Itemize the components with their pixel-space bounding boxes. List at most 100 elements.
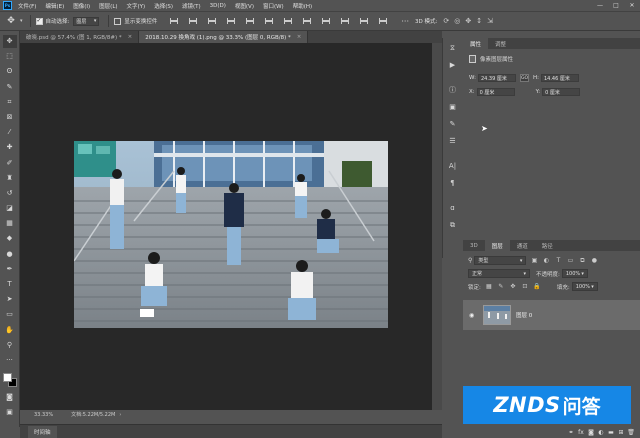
paragraph-icon[interactable]: ¶ xyxy=(447,177,459,189)
adjustment-layer-icon[interactable]: ◐ xyxy=(596,429,606,436)
healing-brush-tool[interactable]: ✚ xyxy=(3,141,17,154)
lock-position-icon[interactable]: ✥ xyxy=(509,283,517,291)
distribute-vcenter-icon[interactable] xyxy=(300,15,314,27)
eye-icon[interactable]: ◉ xyxy=(469,312,477,319)
align-right-icon[interactable] xyxy=(262,15,276,27)
lock-artboard-icon[interactable]: ⊡ xyxy=(521,283,529,291)
menu-view[interactable]: 视图(V) xyxy=(235,2,254,10)
lock-pixels-icon[interactable]: ✎ xyxy=(497,283,505,291)
3d-rotate-icon[interactable]: ⟳ xyxy=(443,17,449,25)
quick-select-tool[interactable]: ✎ xyxy=(3,81,17,94)
minimize-button[interactable]: — xyxy=(592,0,608,11)
photoshop-logo-icon[interactable]: Ps xyxy=(3,1,12,10)
layer-name[interactable]: 图层 0 xyxy=(516,311,532,319)
history-brush-tool[interactable]: ↺ xyxy=(3,187,17,200)
menu-layer[interactable]: 图层(L) xyxy=(99,2,117,10)
fill-field[interactable]: 100% ▾ xyxy=(571,282,598,291)
type-tool[interactable]: T xyxy=(3,278,17,291)
more-tools[interactable]: ··· xyxy=(3,354,17,367)
shapes-icon[interactable]: ⧉ xyxy=(447,219,459,231)
auto-select-dropdown[interactable]: 图层 ▾ xyxy=(73,16,100,26)
move-tool[interactable]: ✥ xyxy=(2,35,17,48)
dodge-tool[interactable]: ● xyxy=(3,248,17,261)
distribute-left-icon[interactable] xyxy=(338,15,352,27)
width-field[interactable]: 24.39 厘米 xyxy=(477,74,516,82)
filter-toggle-icon[interactable]: ● xyxy=(590,257,598,265)
distribute-bottom-icon[interactable] xyxy=(319,15,333,27)
clone-stamp-tool[interactable]: ♜ xyxy=(3,172,17,185)
height-field[interactable]: 14.46 厘米 xyxy=(540,74,579,82)
play-icon[interactable]: ▶ xyxy=(447,59,459,71)
close-button[interactable]: ✕ xyxy=(624,0,640,11)
eyedropper-tool[interactable]: ⁄ xyxy=(3,126,17,139)
info-icon[interactable]: ⓘ xyxy=(447,84,459,96)
3d-roll-icon[interactable]: ◎ xyxy=(454,17,460,25)
doc-tab-2[interactable]: 2018.10.29 換角戏 (1).png @ 33.3% (图层 0, RG… xyxy=(139,31,309,43)
align-top-icon[interactable] xyxy=(167,15,181,27)
more-options-icon[interactable]: ··· xyxy=(401,17,409,26)
close-icon[interactable]: × xyxy=(297,34,302,40)
align-left-icon[interactable] xyxy=(224,15,238,27)
tab-paths[interactable]: 路径 xyxy=(535,240,560,251)
tab-channels[interactable]: 通道 xyxy=(510,240,535,251)
group-icon[interactable]: ▬ xyxy=(606,429,616,436)
menu-type[interactable]: 文字(Y) xyxy=(127,2,146,10)
menu-select[interactable]: 选择(S) xyxy=(154,2,173,10)
zoom-readout[interactable]: 33.33% xyxy=(34,412,53,418)
brush-tool[interactable]: ✐ xyxy=(3,157,17,170)
x-field[interactable]: 0 厘米 xyxy=(476,88,515,96)
menu-edit[interactable]: 编辑(E) xyxy=(45,2,64,10)
distribute-right-icon[interactable] xyxy=(376,15,390,27)
filter-shape-icon[interactable]: ▭ xyxy=(566,257,574,265)
pen-tool[interactable]: ✒ xyxy=(3,263,17,276)
mask-icon[interactable]: ◙ xyxy=(586,429,596,436)
filter-smart-icon[interactable]: ⧉ xyxy=(578,257,586,265)
menu-filter[interactable]: 滤镜(T) xyxy=(182,2,201,10)
y-field[interactable]: 0 厘米 xyxy=(542,88,581,96)
filter-type-icon[interactable]: T xyxy=(554,257,562,265)
move-tool-preset-icon[interactable]: ✥ xyxy=(4,14,18,28)
align-bottom-icon[interactable] xyxy=(205,15,219,27)
lock-all-icon[interactable]: 🔒 xyxy=(533,283,541,291)
color-swatches[interactable] xyxy=(2,373,17,388)
menu-3d[interactable]: 3D(D) xyxy=(210,3,226,9)
3d-pan-icon[interactable]: ✥ xyxy=(465,17,471,25)
doc-tab-1[interactable]: 破晓.psd @ 57.4% (图 1, RGB/8#) * × xyxy=(20,31,140,43)
opacity-field[interactable]: 100% ▾ xyxy=(561,269,588,278)
auto-select-checkbox[interactable]: ✓ xyxy=(35,17,43,25)
distribute-top-icon[interactable] xyxy=(281,15,295,27)
quick-mask-button[interactable]: ◙ xyxy=(3,391,17,404)
path-select-tool[interactable]: ➤ xyxy=(3,293,17,306)
3d-scale-icon[interactable]: ⇲ xyxy=(487,17,493,25)
screen-mode-button[interactable]: ▣ xyxy=(3,406,17,419)
maximize-button[interactable]: □ xyxy=(608,0,624,11)
zoom-tool[interactable]: ⚲ xyxy=(3,339,17,352)
gradient-tool[interactable]: ▦ xyxy=(3,217,17,230)
sliders-icon[interactable]: ☰ xyxy=(447,135,459,147)
timeline-tab[interactable]: 时间轴 xyxy=(28,425,57,438)
link-icon[interactable]: GO xyxy=(519,74,529,82)
marquee-tool[interactable]: ⬚ xyxy=(3,50,17,63)
show-transform-checkbox[interactable] xyxy=(114,17,122,25)
close-icon[interactable]: × xyxy=(128,34,133,40)
link-layers-icon[interactable]: ⚭ xyxy=(566,429,576,436)
eraser-tool[interactable]: ◪ xyxy=(3,202,17,215)
preset-chevron-icon[interactable]: ▾ xyxy=(20,18,23,24)
layer-row[interactable]: ◉ 图层 0 xyxy=(463,300,640,330)
canvas-area[interactable] xyxy=(20,43,432,410)
tab-adjustments[interactable]: 调整 xyxy=(488,38,513,49)
blend-mode-dropdown[interactable]: 正常 ▾ xyxy=(468,269,530,278)
tab-layers[interactable]: 图层 xyxy=(484,240,510,251)
menu-help[interactable]: 帮助(H) xyxy=(293,2,312,10)
trash-icon[interactable]: 🗑 xyxy=(626,429,636,436)
align-vcenter-icon[interactable] xyxy=(186,15,200,27)
menu-file[interactable]: 文件(F) xyxy=(18,2,36,10)
image-icon[interactable]: ▣ xyxy=(447,101,459,113)
new-layer-icon[interactable]: ⊞ xyxy=(616,429,626,436)
foreground-color[interactable] xyxy=(2,373,12,383)
chevron-right-icon[interactable]: › xyxy=(119,412,121,418)
glyph-icon[interactable]: ɑ xyxy=(447,202,459,214)
tab-3d[interactable]: 3D xyxy=(463,240,485,251)
frame-tool[interactable]: ⊠ xyxy=(3,111,17,124)
lasso-tool[interactable]: ʘ xyxy=(3,65,17,78)
